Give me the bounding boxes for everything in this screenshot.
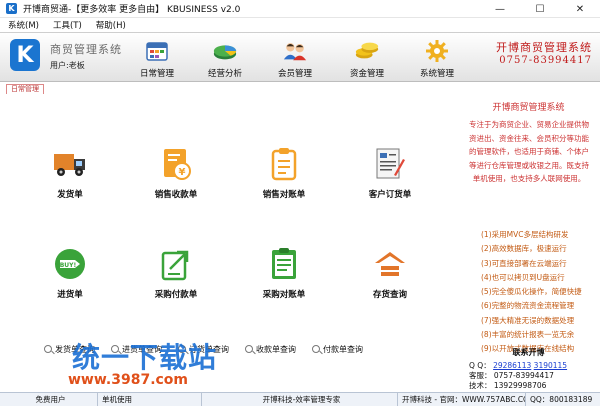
query-label: 付款单查询 <box>323 344 363 354</box>
menu-tools[interactable]: 工具(T) <box>53 19 82 31</box>
yen-receipt-icon: ¥ <box>158 146 194 182</box>
menu-bar: 系统(M) 工具(T) 帮助(H) <box>0 18 600 32</box>
status-slogan: 开博科技-效率管理专家 <box>202 392 398 406</box>
app-icon: K <box>6 3 17 14</box>
tile-label: 客户订货单 <box>368 190 412 200</box>
service-phone: 0757-83994417 <box>493 371 554 380</box>
tile-label: 进货单 <box>57 290 83 300</box>
tile-purchase-statement[interactable]: 采购对账单 <box>244 246 324 320</box>
feature-item: (4)也可以拷贝到U盘运行 <box>481 272 565 282</box>
tile-purchase-note[interactable]: BUY! 进货单 <box>30 246 110 320</box>
current-user: 用户:老板 <box>50 61 85 70</box>
system-name: 商贸管理系统 <box>50 43 122 56</box>
tile-label: 销售收款单 <box>154 190 198 200</box>
checklist-icon <box>266 246 302 282</box>
svg-text:¥: ¥ <box>179 167 186 178</box>
tile-sales-statement[interactable]: 销售对账单 <box>244 146 324 220</box>
tile-delivery-note[interactable]: 发货单 <box>30 146 110 220</box>
gear-icon <box>424 39 450 63</box>
minimize-button[interactable]: — <box>480 0 520 18</box>
app-logo: K <box>10 39 40 71</box>
feature-item: (1)采用MVC多层结构研发 <box>481 230 569 239</box>
tile-sales-receipt[interactable]: ¥ 销售收款单 <box>136 146 216 220</box>
pie-chart-icon <box>212 39 238 63</box>
users-icon <box>282 39 308 63</box>
feature-list: (1)采用MVC多层结构研发 (2)高效数据库，极速运行 (3)可直接部署在云端… <box>481 228 591 357</box>
nav-member-management[interactable]: 会员管理 <box>264 39 326 81</box>
status-mode: 单机使用 <box>98 392 202 406</box>
status-bar: 免费用户 单机使用 开博科技-效率管理专家 开博科技 - 官网：WWW.757A… <box>0 392 600 406</box>
feature-item: (8)丰富的统计报表一览无余 <box>481 330 575 340</box>
status-website: 开博科技 - 官网：WWW.757ABC.COM <box>398 392 526 406</box>
tile-customer-order[interactable]: 客户订货单 <box>350 146 430 220</box>
title-bar: K 开博商贸通-【更多效率 更多自由】 KBUSINESS v2.0 — ☐ ✕ <box>0 0 600 18</box>
nav-label: 经营分析 <box>207 69 242 79</box>
feature-item: (5)完全傻瓜化操作，简便快捷 <box>481 287 582 297</box>
info-panel: 开博商贸管理系统 专注于为商贸企业、贸易企业提供物资进出、资金往来、会员积分等功… <box>463 94 594 391</box>
nav-daily-management[interactable]: 日常管理 <box>126 39 188 81</box>
calendar-icon <box>144 39 170 63</box>
clipboard-icon <box>266 146 302 182</box>
tab-strip: 日常管理 <box>0 82 600 94</box>
qq-link-2[interactable]: 3190115 <box>534 361 567 370</box>
contact-tech: 技术： 13929998706 <box>469 380 546 391</box>
query-label: 收款单查询 <box>256 344 296 354</box>
svg-text:BUY!: BUY! <box>60 262 77 269</box>
tech-phone: 13929998706 <box>493 381 547 390</box>
tile-label: 采购对账单 <box>262 290 306 300</box>
tile-purchase-payment[interactable]: 采购付款单 <box>136 246 216 320</box>
feature-item: (3)可直接部署在云端运行 <box>481 258 567 268</box>
nav-label: 资金管理 <box>349 69 384 79</box>
tech-label: 技术： <box>469 381 492 390</box>
info-title: 开博商贸管理系统 <box>492 103 565 113</box>
tab-daily-management[interactable]: 日常管理 <box>6 84 44 94</box>
warehouse-icon <box>372 246 408 282</box>
info-description: 专注于为商贸企业、贸易企业提供物资进出、资金往来、会员积分等功能的管理软件，也适… <box>469 120 589 183</box>
status-license: 免费用户 <box>0 392 98 406</box>
coins-icon <box>354 39 380 63</box>
search-icon <box>312 345 320 353</box>
feature-item: (7)强大精准无误的数据处理 <box>481 315 575 325</box>
contact-title: 联系开博 <box>512 348 545 357</box>
window-title: 开博商贸通-【更多效率 更多自由】 KBUSINESS v2.0 <box>23 5 241 15</box>
query-payments[interactable]: 付款单查询 <box>312 344 363 355</box>
tile-label: 发货单 <box>57 190 83 200</box>
truck-icon <box>52 146 88 182</box>
tile-label: 销售对账单 <box>262 190 306 200</box>
tile-label: 存货查询 <box>372 290 407 300</box>
window-controls: — ☐ ✕ <box>480 0 600 18</box>
nav-business-analysis[interactable]: 经营分析 <box>194 39 256 81</box>
buy-tag-icon: BUY! <box>52 246 88 282</box>
close-button[interactable]: ✕ <box>560 0 600 18</box>
order-form-icon <box>372 146 408 182</box>
feature-item: (2)高效数据库，极速运行 <box>481 244 567 254</box>
tile-inventory-query[interactable]: 存货查询 <box>350 246 430 320</box>
tile-label: 采购付款单 <box>154 290 198 300</box>
header-banner: K 商贸管理系统 用户:老板 日常管理 经营分析 会员管理 资金管理 系统管理 … <box>0 32 600 82</box>
qq-link-1[interactable]: 29286113 <box>493 361 531 370</box>
search-icon <box>245 345 253 353</box>
watermark-logo: 统一下载站 <box>72 341 218 374</box>
brand-phone: 0757-83994417 <box>499 55 592 66</box>
maximize-button[interactable]: ☐ <box>520 0 560 18</box>
feature-item: (6)完整的物流资金流程管理 <box>481 301 575 311</box>
query-receipts[interactable]: 收款单查询 <box>245 344 296 355</box>
status-qq: QQ：800183189 <box>530 395 593 404</box>
brand-name: 开博商贸管理系统 <box>496 41 592 54</box>
service-label: 客服： <box>469 371 492 380</box>
nav-label: 日常管理 <box>139 69 174 79</box>
nav-system-management[interactable]: 系统管理 <box>406 39 468 81</box>
search-icon <box>44 345 52 353</box>
menu-help[interactable]: 帮助(H) <box>96 19 126 31</box>
nav-label: 系统管理 <box>419 69 454 79</box>
watermark-url: www.3987.com <box>68 372 189 388</box>
main-panel: 发货单 ¥ 销售收款单 销售对账单 客户订货单 BUY! 进货单 采购付款单 采… <box>6 94 460 338</box>
nav-label: 会员管理 <box>277 69 312 79</box>
nav-fund-management[interactable]: 资金管理 <box>336 39 398 81</box>
menu-system[interactable]: 系统(M) <box>8 19 39 31</box>
qq-label: Q Q： <box>469 361 491 370</box>
payment-export-icon <box>158 246 194 282</box>
